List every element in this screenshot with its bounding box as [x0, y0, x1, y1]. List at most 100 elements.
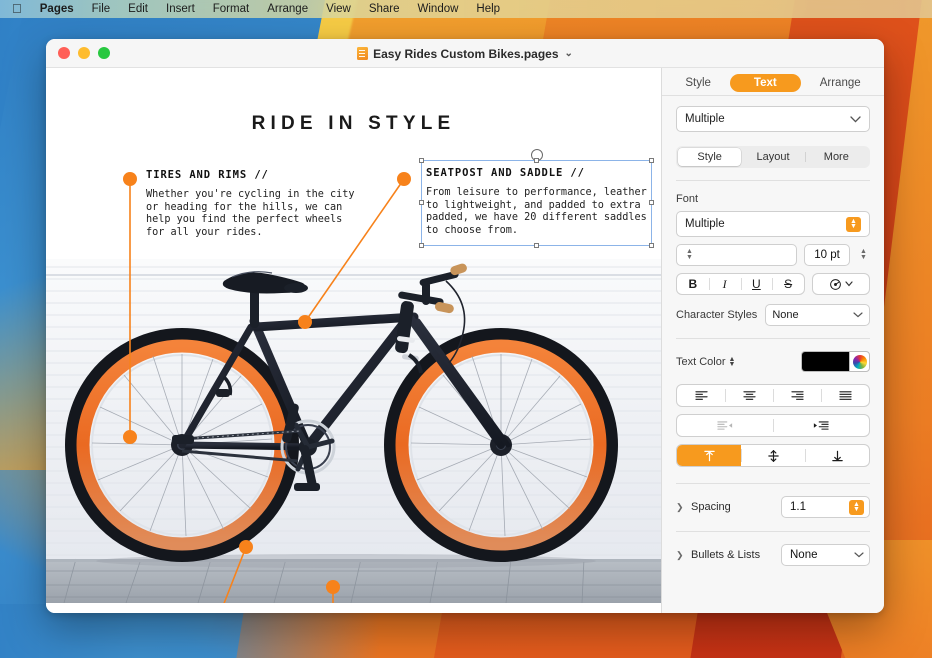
traffic-light-group — [58, 47, 110, 59]
font-section-label: Font — [676, 193, 870, 205]
bullets-label: Bullets & Lists — [691, 549, 775, 561]
format-inspector: Style Text Arrange Multiple Style Layout… — [662, 68, 884, 613]
align-justify-button[interactable] — [821, 385, 869, 406]
zoom-button[interactable] — [98, 47, 110, 59]
text-block-seatpost-and-saddle[interactable]: SEATPOST AND SADDLE // From leisure to p… — [426, 167, 648, 237]
menu-item-share[interactable]: Share — [360, 0, 409, 18]
resize-handle-bottom-left[interactable] — [419, 243, 424, 248]
menu-item-view[interactable]: View — [317, 0, 360, 18]
title-chevron-down-icon[interactable]: ⌄ — [565, 48, 573, 59]
pages-window: Easy Rides Custom Bikes.pages ⌄ RIDE IN … — [46, 39, 884, 613]
document-canvas[interactable]: RIDE IN STYLE TIRES AND RIMS // Whether … — [46, 68, 662, 613]
font-format-row: B I U S — [676, 273, 870, 295]
close-button[interactable] — [58, 47, 70, 59]
text-color-swatch[interactable] — [801, 351, 849, 372]
inspector-content: Multiple Style Layout More Font Multiple — [662, 96, 884, 613]
minimize-button[interactable] — [78, 47, 90, 59]
strikethrough-button[interactable]: S — [772, 274, 804, 294]
menu-item-arrange[interactable]: Arrange — [258, 0, 317, 18]
divider — [676, 338, 870, 339]
menu-item-file[interactable]: File — [83, 0, 120, 18]
spacing-stepper[interactable]: ▲▼ — [849, 500, 864, 515]
increase-indent-button[interactable] — [773, 415, 869, 436]
chevron-down-icon — [845, 281, 853, 287]
rotate-handle[interactable] — [531, 149, 543, 161]
pages-document-icon — [357, 47, 368, 60]
typeface-popup[interactable]: ▲▼ — [676, 244, 797, 266]
inspector-tab-bar: Style Text Arrange — [662, 68, 884, 96]
align-center-button[interactable] — [725, 385, 773, 406]
text-color-controls — [801, 351, 870, 372]
sort-arrows-icon[interactable]: ▲▼ — [729, 357, 736, 367]
bullets-disclosure-icon[interactable]: ❯ — [676, 550, 685, 561]
text-color-row: Text Color ▲▼ — [676, 351, 870, 372]
align-bottom-button[interactable] — [805, 445, 869, 466]
subtab-style[interactable]: Style — [678, 148, 741, 166]
indent-group — [676, 414, 870, 437]
resize-handle-bottom-center[interactable] — [534, 243, 539, 248]
color-wheel-icon — [853, 355, 867, 369]
tab-style[interactable]: Style — [669, 74, 727, 92]
align-middle-icon — [767, 450, 780, 462]
align-justify-icon — [839, 390, 852, 401]
subtab-more[interactable]: More — [805, 148, 868, 166]
paragraph-style-popup[interactable]: Multiple — [676, 106, 870, 132]
align-top-button[interactable] — [677, 445, 741, 466]
font-format-group: B I U S — [676, 273, 805, 295]
menu-item-insert[interactable]: Insert — [157, 0, 204, 18]
apple-logo-icon[interactable]:  — [8, 0, 31, 18]
font-family-popup[interactable]: Multiple ▲▼ — [676, 211, 870, 237]
text-color-label-text: Text Color — [676, 356, 726, 368]
tab-arrange[interactable]: Arrange — [804, 74, 877, 92]
font-family-stepper[interactable]: ▲▼ — [846, 217, 861, 232]
paragraph-style-value: Multiple — [685, 113, 725, 125]
character-styles-popup[interactable]: None — [765, 304, 870, 326]
window-titlebar[interactable]: Easy Rides Custom Bikes.pages ⌄ — [46, 39, 884, 68]
align-left-button[interactable] — [677, 385, 725, 406]
align-right-button[interactable] — [773, 385, 821, 406]
font-size-field[interactable]: 10 pt — [804, 244, 850, 266]
font-size-stepper[interactable]: ▲▼ — [857, 246, 870, 264]
gear-icon — [829, 278, 842, 291]
page-heading: RIDE IN STYLE — [46, 113, 661, 135]
resize-handle-top-center[interactable] — [534, 158, 539, 163]
resize-handle-top-left[interactable] — [419, 158, 424, 163]
menu-item-window[interactable]: Window — [409, 0, 468, 18]
menu-item-edit[interactable]: Edit — [119, 0, 157, 18]
bullets-popup[interactable]: None — [781, 544, 870, 566]
align-right-icon — [791, 390, 804, 401]
resize-handle-top-right[interactable] — [649, 158, 654, 163]
divider — [676, 531, 870, 532]
increase-indent-icon — [813, 420, 829, 431]
text-block-tires-and-rims[interactable]: TIRES AND RIMS // Whether you're cycling… — [146, 169, 376, 239]
chevron-down-icon — [853, 312, 863, 318]
character-styles-value: None — [772, 309, 798, 321]
decrease-indent-icon — [717, 420, 733, 431]
vertical-alignment-group — [676, 444, 870, 467]
resize-handle-middle-left[interactable] — [419, 200, 424, 205]
menu-item-pages[interactable]: Pages — [31, 0, 83, 18]
italic-button[interactable]: I — [709, 274, 741, 294]
bicycle-photo[interactable] — [46, 259, 662, 603]
align-left-icon — [695, 390, 708, 401]
subtab-layout[interactable]: Layout — [741, 148, 804, 166]
spacing-disclosure-icon[interactable]: ❯ — [676, 502, 685, 513]
resize-handle-middle-right[interactable] — [649, 200, 654, 205]
bold-button[interactable]: B — [677, 274, 709, 294]
align-middle-button[interactable] — [741, 445, 805, 466]
align-bottom-icon — [831, 450, 844, 462]
menu-item-format[interactable]: Format — [204, 0, 258, 18]
decrease-indent-button[interactable] — [677, 415, 773, 436]
text-options-button[interactable] — [812, 273, 870, 295]
text-subtab-segmented: Style Layout More — [676, 146, 870, 168]
color-wheel-button[interactable] — [849, 351, 870, 372]
document-title: Easy Rides Custom Bikes.pages ⌄ — [46, 39, 884, 68]
bullets-value: None — [790, 549, 818, 561]
resize-handle-bottom-right[interactable] — [649, 243, 654, 248]
tab-text[interactable]: Text — [730, 74, 801, 92]
character-styles-label: Character Styles — [676, 309, 757, 321]
spacing-field[interactable]: 1.1 ▲▼ — [781, 496, 870, 518]
menu-item-help[interactable]: Help — [467, 0, 509, 18]
underline-button[interactable]: U — [741, 274, 773, 294]
typeface-stepper[interactable]: ▲▼ — [683, 246, 696, 264]
